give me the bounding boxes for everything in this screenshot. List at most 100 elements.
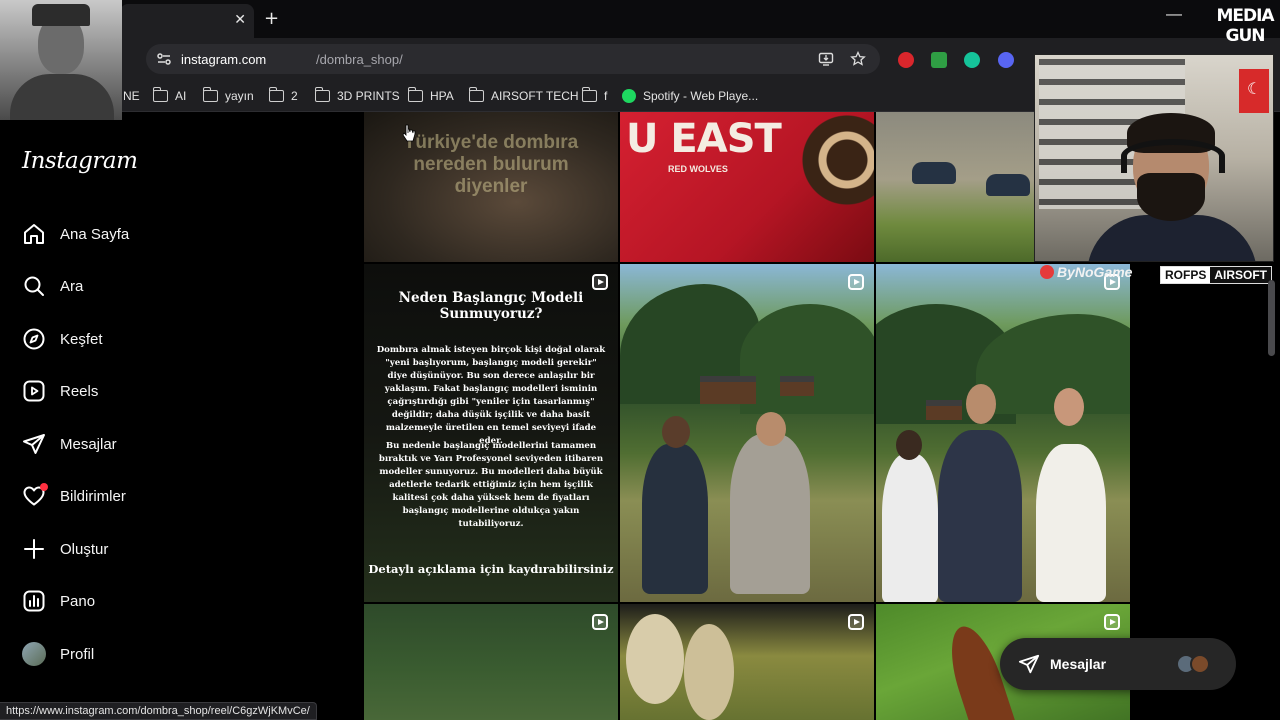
- messages-pill-button[interactable]: Mesajlar: [1000, 638, 1236, 690]
- sidebar-item-label: Oluştur: [60, 540, 109, 558]
- turkish-flag-image: [1239, 69, 1269, 113]
- messages-pill-label: Mesajlar: [1050, 656, 1107, 672]
- install-app-icon[interactable]: [818, 51, 834, 67]
- headphones-image: [1121, 139, 1225, 173]
- bookmark-label: Spotify - Web Playe...: [643, 89, 759, 103]
- shoe-image: [986, 174, 1030, 196]
- bookmark-label: AI: [175, 89, 187, 103]
- spotify-icon: [622, 89, 636, 103]
- bookmark-folder[interactable]: AI: [152, 87, 187, 105]
- post-tile[interactable]: [364, 604, 618, 720]
- musician-figure: [938, 430, 1022, 602]
- reel-icon: [848, 274, 864, 290]
- sidebar-item-label: Profil: [60, 645, 95, 663]
- reel-icon: [592, 274, 608, 290]
- musician-head: [756, 412, 786, 446]
- post-tile[interactable]: U EAST RED WOLVES: [620, 112, 874, 262]
- bookmark-item[interactable]: NE: [123, 87, 140, 105]
- folder-icon: [407, 87, 423, 102]
- cabin-image: [780, 376, 814, 396]
- musician-figure: [642, 444, 708, 594]
- bookmark-folder[interactable]: f: [581, 87, 608, 105]
- sidebar-item-profile[interactable]: Profil: [20, 640, 94, 668]
- post-tile[interactable]: [620, 604, 874, 720]
- search-icon: [20, 272, 48, 300]
- bookmark-label: NE: [123, 89, 140, 103]
- bookmark-label: yayın: [225, 89, 254, 103]
- site-settings-icon[interactable]: [156, 51, 172, 67]
- bookmark-folder[interactable]: yayın: [202, 87, 254, 105]
- post-footer: Detaylı açıklama için kaydırabilirsiniz: [368, 562, 614, 576]
- extension-shield-icon[interactable]: [931, 52, 947, 68]
- send-icon: [1018, 654, 1040, 674]
- message-avatars: [1176, 654, 1216, 674]
- bookmark-folder[interactable]: 2: [268, 87, 298, 105]
- sidebar-item-label: Mesajlar: [60, 435, 117, 453]
- sidebar-item-label: Ana Sayfa: [60, 225, 130, 243]
- musician-head: [966, 384, 996, 424]
- active-tab[interactable]: ✕: [120, 4, 254, 38]
- sidebar-item-dashboard[interactable]: Pano: [20, 587, 95, 615]
- media-gun-logo: MEDIA GUN: [1216, 6, 1274, 46]
- folder-icon: [581, 87, 597, 102]
- bookmark-folder[interactable]: HPA: [407, 87, 454, 105]
- webcam-overlay: [1034, 54, 1274, 262]
- minimize-button[interactable]: —: [1166, 6, 1182, 24]
- extension-discord-icon[interactable]: [998, 52, 1014, 68]
- tab-close-icon[interactable]: ✕: [234, 12, 246, 28]
- bookmark-star-icon[interactable]: [850, 51, 866, 67]
- heart-icon: [20, 482, 48, 510]
- mouse-cursor-icon: [402, 124, 416, 142]
- page-scrollbar[interactable]: [1268, 280, 1275, 356]
- post-tile[interactable]: Neden Başlangıç Modeli Sunmuyoruz? Dombı…: [364, 264, 618, 602]
- post-tile[interactable]: [876, 264, 1130, 602]
- browser-tab-bar: ✕ + —: [0, 0, 1280, 38]
- sidebar-item-create[interactable]: Oluştur: [20, 535, 108, 563]
- reel-icon: [848, 614, 864, 630]
- musician-figure: [730, 434, 810, 594]
- url-path: /dombra_shop/: [316, 52, 403, 67]
- bookmark-folder[interactable]: AIRSOFT TECH: [468, 87, 579, 105]
- post-paragraph: Dombıra almak isteyen birçok kişi doğal …: [376, 345, 606, 446]
- bookmark-spotify[interactable]: Spotify - Web Playe...: [622, 87, 758, 105]
- sidebar-item-explore[interactable]: Keşfet: [20, 325, 103, 353]
- folder-icon: [314, 87, 330, 102]
- instagram-logo[interactable]: Instagram: [22, 148, 138, 174]
- sidebar-item-home[interactable]: Ana Sayfa: [20, 220, 129, 248]
- reel-icon: [1104, 614, 1120, 630]
- person-figure: [882, 454, 938, 602]
- shoe-image: [912, 162, 956, 184]
- bookmark-label: f: [604, 89, 608, 103]
- folder-icon: [202, 87, 218, 102]
- new-tab-button[interactable]: +: [264, 8, 279, 29]
- folder-icon: [468, 87, 484, 102]
- notification-badge: [40, 483, 48, 491]
- post-tile[interactable]: [620, 264, 874, 602]
- bookmark-label: 3D PRINTS: [337, 89, 400, 103]
- avatar: [1190, 654, 1210, 674]
- person-head: [1054, 388, 1084, 426]
- dashboard-icon: [20, 587, 48, 615]
- mountain-image: [740, 304, 874, 414]
- extension-red-icon[interactable]: [898, 52, 914, 68]
- sidebar-item-notifications[interactable]: Bildirimler: [20, 482, 126, 510]
- address-bar[interactable]: instagram.com /dombra_shop/: [146, 44, 880, 74]
- post-overlay-text: U EAST: [626, 116, 782, 162]
- url-host: instagram.com: [181, 52, 267, 67]
- bookmark-folder[interactable]: 3D PRINTS: [314, 87, 400, 105]
- instagram-sidebar: Instagram Ana Sayfa Ara Keşfet Reels Mes…: [0, 112, 356, 720]
- reels-icon: [20, 377, 48, 405]
- profile-post-grid: Türkiye'de dombıra nereden bulurum diyen…: [364, 112, 1132, 720]
- post-overlay-subtext: RED WOLVES: [668, 164, 728, 174]
- musician-head: [662, 416, 690, 448]
- sidebar-item-search[interactable]: Ara: [20, 272, 83, 300]
- sidebar-item-reels[interactable]: Reels: [20, 377, 98, 405]
- sidebar-item-label: Bildirimler: [60, 487, 126, 505]
- bookmark-label: AIRSOFT TECH: [491, 89, 579, 103]
- extension-grammarly-icon[interactable]: [964, 52, 980, 68]
- folder-icon: [152, 87, 168, 102]
- sidebar-item-messages[interactable]: Mesajlar: [20, 430, 117, 458]
- dombra-ornament-image: [784, 112, 874, 232]
- cabin-image: [700, 376, 756, 404]
- sidebar-item-label: Reels: [60, 382, 99, 400]
